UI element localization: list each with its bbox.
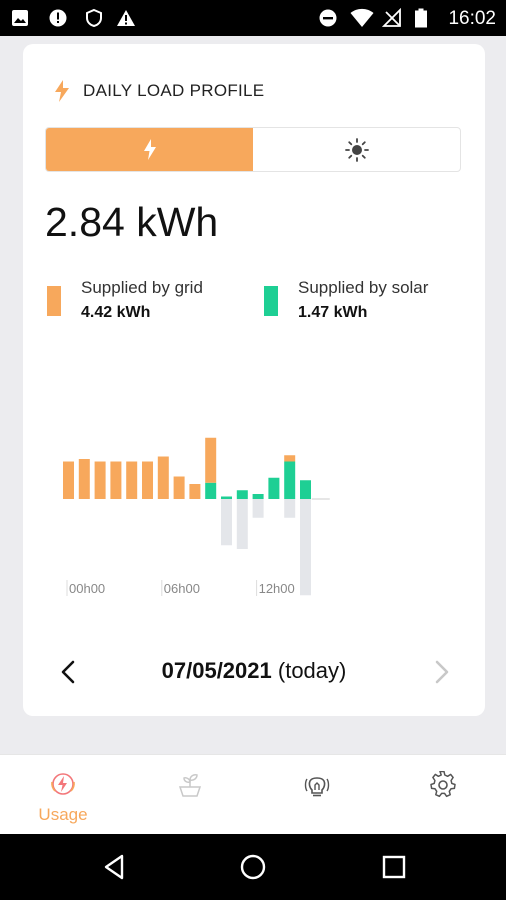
x-tick-label: 12h00 bbox=[259, 581, 295, 596]
bar-grid bbox=[94, 461, 106, 499]
sun-icon bbox=[344, 137, 369, 162]
wifi-icon bbox=[350, 8, 374, 27]
bar-export bbox=[236, 499, 248, 549]
no-signal-icon bbox=[382, 8, 401, 27]
battery-icon bbox=[415, 8, 427, 28]
alert-circle-icon bbox=[49, 9, 67, 27]
load-profile-chart: 00h00 06h00 12h00 bbox=[63, 437, 330, 596]
back-icon[interactable] bbox=[100, 852, 130, 882]
plant-icon bbox=[178, 774, 202, 797]
bar-grid bbox=[157, 456, 169, 499]
bar-grid bbox=[142, 461, 153, 499]
bar-grid bbox=[78, 459, 90, 499]
date-navigator: 07/05/2021 (today) bbox=[23, 652, 485, 692]
mode-toggle bbox=[45, 127, 461, 172]
total-consumption: 2.84 kWh bbox=[45, 199, 219, 245]
bar-grid bbox=[189, 484, 201, 499]
bar-grid bbox=[173, 476, 185, 499]
clock: 16:02 bbox=[448, 8, 496, 29]
bar-solar bbox=[252, 494, 264, 499]
do-not-disturb-icon bbox=[319, 9, 337, 27]
load-profile-card: DAILY LOAD PROFILE 2.84 kWh Supplied by … bbox=[23, 44, 485, 716]
tab-usage[interactable]: Usage bbox=[0, 755, 126, 835]
bar-grid bbox=[126, 461, 138, 499]
solar-label: Supplied by solar bbox=[298, 278, 429, 297]
tab-plant[interactable] bbox=[127, 755, 253, 835]
tab-insights[interactable] bbox=[254, 755, 380, 835]
bar-grid bbox=[63, 461, 74, 499]
legend-solar: Supplied by solar 1.47 kWh bbox=[264, 278, 464, 321]
toggle-energy-button[interactable] bbox=[46, 128, 253, 171]
date-value: 07/05/2021 bbox=[161, 658, 272, 683]
bar-export bbox=[221, 499, 232, 546]
grid-swatch bbox=[47, 286, 61, 316]
warning-icon bbox=[117, 10, 135, 26]
grid-label: Supplied by grid bbox=[81, 278, 203, 297]
bar-export bbox=[252, 499, 264, 518]
card-header: DAILY LOAD PROFILE bbox=[53, 78, 264, 104]
bottom-tab-bar: Usage bbox=[0, 754, 506, 834]
image-icon bbox=[12, 10, 28, 26]
shield-icon bbox=[86, 8, 102, 28]
main-content: DAILY LOAD PROFILE 2.84 kWh Supplied by … bbox=[0, 36, 506, 754]
x-tick-label: 06h00 bbox=[164, 581, 200, 596]
bar-solar bbox=[205, 482, 217, 499]
bar-solar bbox=[236, 490, 248, 499]
home-icon[interactable] bbox=[238, 852, 268, 882]
x-tick-label: 00h00 bbox=[69, 581, 105, 596]
tab-settings[interactable] bbox=[380, 755, 506, 835]
usage-bolt-icon bbox=[51, 773, 75, 795]
status-bar: 16:02 bbox=[0, 0, 506, 36]
date-suffix: (today) bbox=[277, 658, 347, 683]
bar-export bbox=[300, 499, 311, 596]
tab-usage-label: Usage bbox=[38, 805, 88, 824]
bar-solar bbox=[300, 480, 311, 499]
recents-icon[interactable] bbox=[379, 852, 409, 882]
grid-value: 4.42 kWh bbox=[81, 304, 151, 321]
bar-solar bbox=[284, 461, 296, 499]
bar-solar bbox=[268, 477, 280, 499]
card-title: DAILY LOAD PROFILE bbox=[83, 81, 265, 100]
bar-solar bbox=[221, 496, 232, 499]
solar-value: 1.47 kWh bbox=[298, 304, 368, 321]
bar-grid bbox=[284, 455, 296, 462]
lightbulb-icon bbox=[304, 777, 330, 797]
bar-export bbox=[284, 499, 296, 518]
chevron-right-icon[interactable] bbox=[427, 658, 455, 686]
bolt-icon bbox=[143, 138, 156, 160]
date-label: 07/05/2021 (today) bbox=[23, 658, 485, 684]
toggle-solar-button[interactable] bbox=[253, 128, 460, 171]
bar-grid bbox=[205, 437, 217, 483]
bar-grid bbox=[110, 461, 122, 499]
bolt-icon bbox=[55, 80, 69, 102]
system-nav-bar bbox=[0, 834, 506, 900]
gear-icon bbox=[430, 771, 456, 798]
legend-grid: Supplied by grid 4.42 kWh bbox=[47, 278, 237, 321]
solar-swatch bbox=[264, 286, 278, 316]
